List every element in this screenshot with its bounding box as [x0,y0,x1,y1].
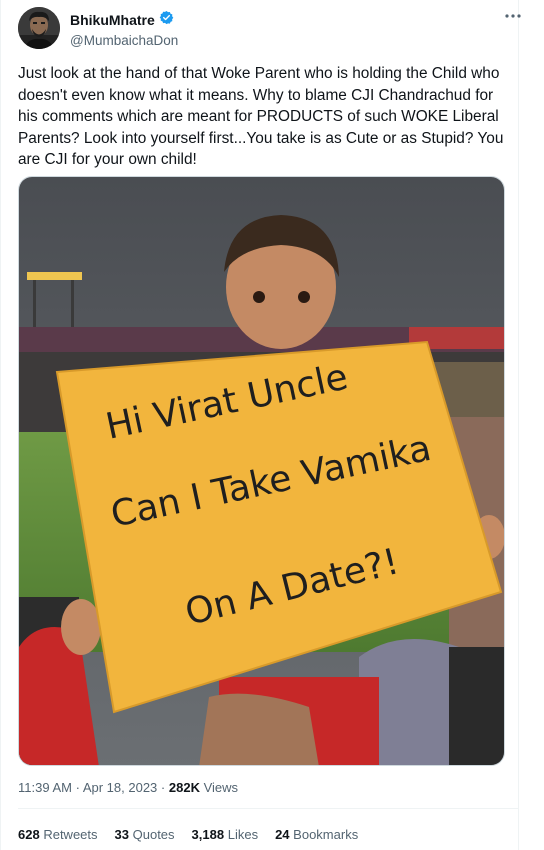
quotes-stat[interactable]: 33 Quotes [115,827,175,842]
quotes-count: 33 [114,827,129,842]
right-border [518,0,519,850]
tweet-date[interactable]: Apr 18, 2023 [83,780,157,795]
retweets-count: 628 [18,827,40,842]
tweet-text: Just look at the hand of that Woke Paren… [18,65,504,169]
avatar-image [18,7,60,49]
tweet-time[interactable]: 11:39 AM [18,780,72,795]
retweets-label: Retweets [43,827,98,842]
views-label: Views [203,780,239,795]
tweet: BhikuMhatre @MumbaichaDon Just look at t… [0,0,544,850]
author-block: BhikuMhatre @MumbaichaDon [70,10,178,48]
retweets-stat[interactable]: 628 Retweets [18,827,98,842]
likes-stat[interactable]: 3,188 Likes [192,827,259,842]
author-handle[interactable]: @MumbaichaDon [70,33,178,48]
tweet-stats: 628 Retweets 33 Quotes 3,188 Likes 24 Bo… [18,827,358,842]
left-border [0,0,1,850]
tweet-meta: 11:39 AM · Apr 18, 2023 · 282K Views [18,780,238,795]
bookmarks-count: 24 [275,827,290,842]
avatar[interactable] [18,7,60,49]
divider [18,808,518,809]
tweet-header: BhikuMhatre @MumbaichaDon [18,7,524,49]
likes-count: 3,188 [191,827,225,842]
quotes-label: Quotes [132,827,175,842]
verified-badge-icon [159,10,174,30]
more-horizontal-icon[interactable] [504,7,522,30]
tweet-photo[interactable]: Hi Virat Uncle Can I Take Vamika On A Da… [18,176,505,766]
bookmarks-stat[interactable]: 24 Bookmarks [275,827,358,842]
meta-separator: · [75,780,80,795]
views-count: 282K [168,780,200,795]
photo-image: Hi Virat Uncle Can I Take Vamika On A Da… [19,177,504,765]
bookmarks-label: Bookmarks [293,827,359,842]
meta-separator-2: · [160,780,166,795]
author-name[interactable]: BhikuMhatre [70,12,155,28]
likes-label: Likes [227,827,259,842]
